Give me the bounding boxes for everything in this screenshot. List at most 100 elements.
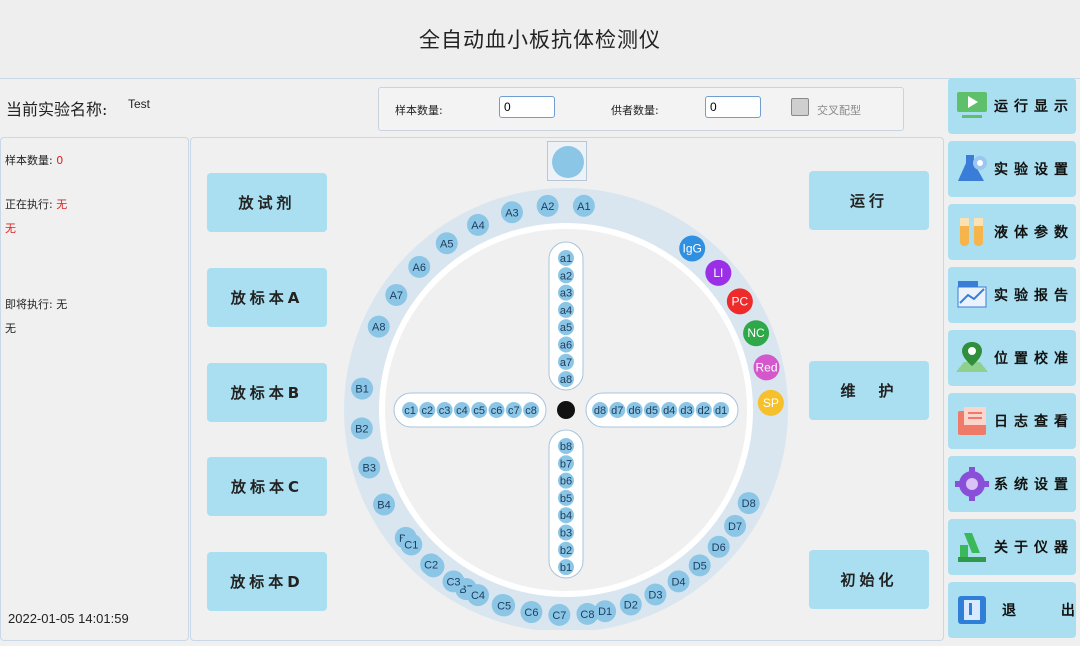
reagent-well-red[interactable]: Red bbox=[753, 354, 780, 381]
ring-well-d7[interactable]: D7 bbox=[724, 514, 747, 537]
arm-well-c2[interactable]: c2 bbox=[419, 402, 436, 418]
arm-well-a5[interactable]: a5 bbox=[558, 319, 574, 336]
ring-well-d8[interactable]: D8 bbox=[737, 492, 760, 515]
arm-well-b5[interactable]: b5 bbox=[558, 489, 574, 506]
ring-well-a4[interactable]: A4 bbox=[466, 213, 489, 236]
arm-well-b4[interactable]: b4 bbox=[558, 507, 574, 524]
ring-well-b2[interactable]: B2 bbox=[350, 417, 373, 440]
exp-settings-label: 实验设置 bbox=[994, 162, 1074, 178]
arm-well-d3[interactable]: d3 bbox=[678, 402, 695, 418]
arm-well-b7[interactable]: b7 bbox=[558, 455, 574, 472]
exit-button[interactable]: 退 出 bbox=[948, 582, 1076, 638]
arm-well-d5[interactable]: d5 bbox=[643, 402, 660, 418]
ring-well-c1[interactable]: C1 bbox=[400, 533, 423, 556]
ring-well-c2[interactable]: C2 bbox=[420, 553, 443, 576]
arm-well-a5-label: a5 bbox=[560, 322, 572, 334]
ring-well-a8[interactable]: A8 bbox=[367, 315, 390, 338]
ring-well-c3[interactable]: C3 bbox=[442, 570, 465, 593]
arm-well-a3[interactable]: a3 bbox=[558, 284, 574, 301]
ring-well-a5[interactable]: A5 bbox=[435, 232, 458, 255]
about-button[interactable]: 关于仪器 bbox=[948, 519, 1076, 575]
ring-well-d2-label: D2 bbox=[624, 599, 638, 611]
arm-well-c3[interactable]: c3 bbox=[436, 402, 453, 418]
arm-well-c6[interactable]: c6 bbox=[488, 402, 505, 418]
ring-well-c7[interactable]: C7 bbox=[548, 603, 571, 626]
ring-well-a1[interactable]: A1 bbox=[572, 194, 595, 217]
arm-well-c5[interactable]: c5 bbox=[471, 402, 488, 418]
ring-well-d6[interactable]: D6 bbox=[707, 535, 730, 558]
arm-well-d2[interactable]: d2 bbox=[695, 402, 712, 418]
sample-b-button[interactable]: 放标本B bbox=[207, 363, 327, 422]
ring-well-d2[interactable]: D2 bbox=[619, 593, 642, 616]
system-settings-button[interactable]: 系统设置 bbox=[948, 456, 1076, 512]
arm-well-d6[interactable]: d6 bbox=[626, 402, 643, 418]
reagent-well-li[interactable]: LI bbox=[705, 259, 732, 286]
exp-report-button[interactable]: 实验报告 bbox=[948, 267, 1076, 323]
arm-well-c3-label: c3 bbox=[439, 405, 451, 417]
arm-well-a4-label: a4 bbox=[560, 305, 572, 317]
donor-count-input[interactable] bbox=[705, 96, 761, 118]
reagent-well-pc-label: PC bbox=[732, 294, 749, 308]
ring-well-a1-label: A1 bbox=[577, 201, 590, 213]
ring-well-b3[interactable]: B3 bbox=[358, 456, 381, 479]
arm-well-c8[interactable]: c8 bbox=[523, 402, 540, 418]
ring-well-a6[interactable]: A6 bbox=[408, 255, 431, 278]
arm-well-b6[interactable]: b6 bbox=[558, 472, 574, 489]
reagent-well-nc[interactable]: NC bbox=[743, 320, 770, 347]
sample-c-button[interactable]: 放标本C bbox=[207, 457, 327, 516]
run-display-button[interactable]: 运行显示 bbox=[948, 78, 1076, 134]
arm-well-a6-label: a6 bbox=[560, 340, 572, 352]
init-button[interactable]: 初始化 bbox=[809, 550, 929, 609]
arm-well-a7[interactable]: a7 bbox=[558, 353, 574, 370]
arm-well-b3[interactable]: b3 bbox=[558, 524, 574, 541]
ring-well-b1-label: B1 bbox=[355, 384, 368, 396]
arm-well-b8-label: b8 bbox=[560, 441, 572, 453]
sample-count-input[interactable] bbox=[499, 96, 555, 118]
ring-well-c5[interactable]: C5 bbox=[493, 594, 516, 617]
reagent-button[interactable]: 放试剂 bbox=[207, 173, 327, 232]
ring-well-b4[interactable]: B4 bbox=[373, 493, 396, 516]
arm-well-d2-label: d2 bbox=[698, 405, 710, 417]
arm-well-b5-label: b5 bbox=[560, 493, 572, 505]
arm-well-a1[interactable]: a1 bbox=[558, 250, 574, 266]
liquid-params-button[interactable]: 液体参数 bbox=[948, 204, 1076, 260]
arm-well-a2[interactable]: a2 bbox=[558, 267, 574, 284]
ring-well-d4[interactable]: D4 bbox=[667, 570, 690, 593]
arm-well-c7[interactable]: c7 bbox=[505, 402, 522, 418]
ring-well-c4[interactable]: C4 bbox=[466, 584, 489, 607]
arm-well-b1[interactable]: b1 bbox=[558, 559, 574, 576]
ring-well-c6[interactable]: C6 bbox=[520, 601, 543, 624]
run-button[interactable]: 运行 bbox=[809, 171, 929, 230]
arm-well-b8[interactable]: b8 bbox=[558, 438, 574, 454]
reagent-well-sp[interactable]: SP bbox=[757, 389, 784, 416]
arm-well-a4[interactable]: a4 bbox=[558, 301, 574, 318]
log-view-button[interactable]: 日志查看 bbox=[948, 393, 1076, 449]
ring-well-d3[interactable]: D3 bbox=[644, 583, 667, 606]
maintain-button[interactable]: 维 护 bbox=[809, 361, 929, 420]
arm-well-c4[interactable]: c4 bbox=[453, 402, 470, 418]
arm-well-c1[interactable]: c1 bbox=[402, 402, 418, 418]
arm-well-c4-label: c4 bbox=[456, 405, 468, 417]
ring-well-a3[interactable]: A3 bbox=[500, 201, 523, 224]
ring-well-d5[interactable]: D5 bbox=[688, 554, 711, 577]
ring-well-a2[interactable]: A2 bbox=[536, 194, 559, 217]
reagent-well-igg[interactable]: IgG bbox=[679, 235, 706, 262]
cross-match-checkbox[interactable] bbox=[791, 98, 809, 116]
ring-well-b1[interactable]: B1 bbox=[351, 377, 374, 400]
arm-well-a6[interactable]: a6 bbox=[558, 336, 574, 353]
arm-well-d5-label: d5 bbox=[646, 405, 658, 417]
ring-well-d1[interactable]: D1 bbox=[594, 600, 617, 623]
arm-well-a8-label: a8 bbox=[560, 374, 572, 386]
sample-a-button[interactable]: 放标本A bbox=[207, 268, 327, 327]
reagent-well-pc[interactable]: PC bbox=[726, 288, 753, 315]
position-calib-button[interactable]: 位置校准 bbox=[948, 330, 1076, 386]
ring-well-a7[interactable]: A7 bbox=[385, 283, 408, 306]
arm-well-d4[interactable]: d4 bbox=[661, 402, 678, 418]
arm-well-d1[interactable]: d1 bbox=[713, 402, 730, 418]
arm-well-d8[interactable]: d8 bbox=[592, 402, 608, 418]
arm-well-a8[interactable]: a8 bbox=[558, 371, 574, 388]
arm-well-d7[interactable]: d7 bbox=[609, 402, 626, 418]
sample-d-button[interactable]: 放标本D bbox=[207, 552, 327, 611]
exp-settings-button[interactable]: 实验设置 bbox=[948, 141, 1076, 197]
arm-well-b2[interactable]: b2 bbox=[558, 541, 574, 558]
